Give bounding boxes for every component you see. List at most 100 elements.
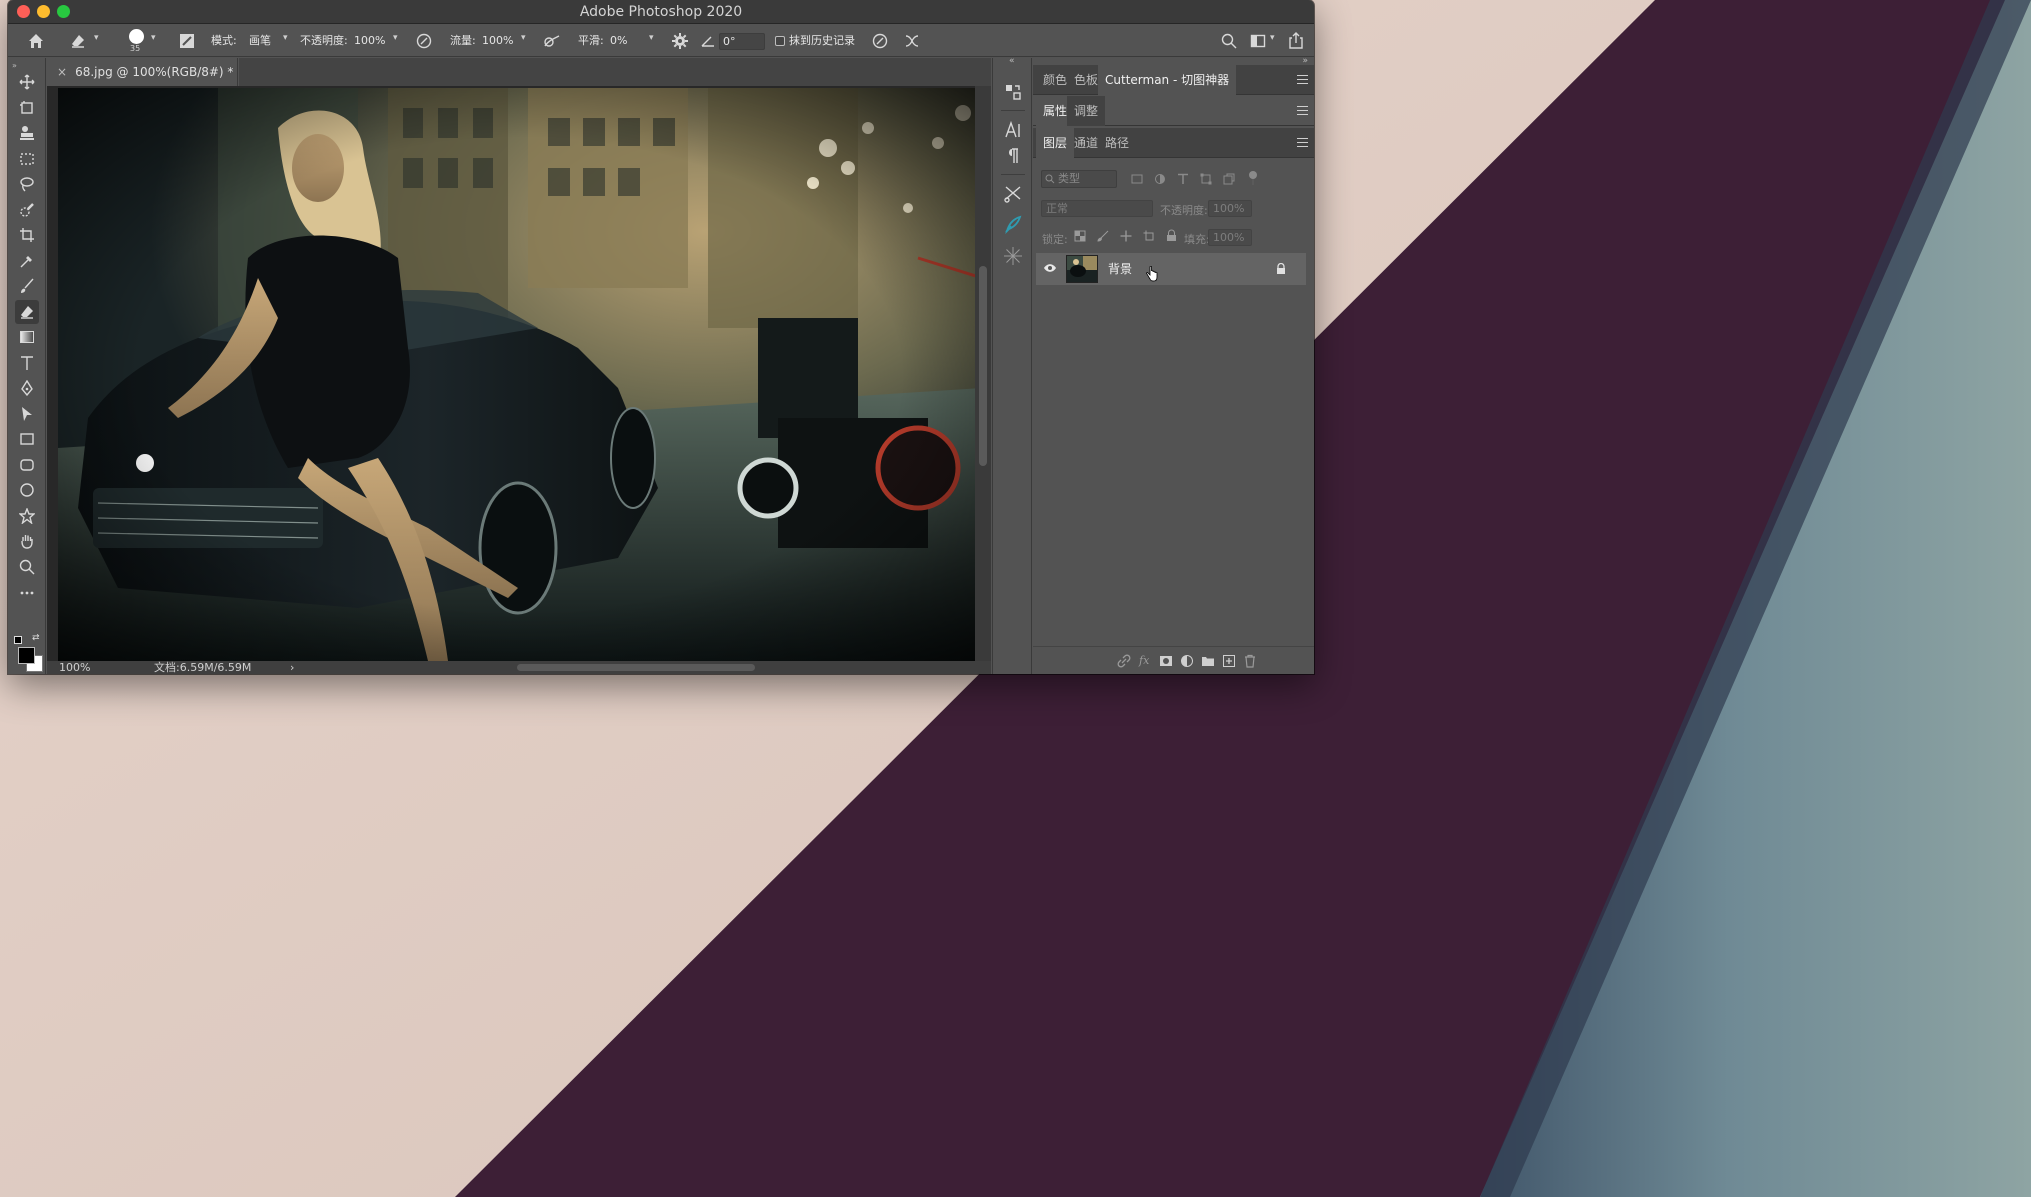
layer-filter-select[interactable]: 类型 [1041, 170, 1117, 188]
tab-paths[interactable]: 路径 [1098, 128, 1136, 158]
gradient-tool[interactable] [15, 325, 39, 349]
adjustment-layer-icon[interactable] [1180, 654, 1194, 668]
lock-position-icon[interactable] [1120, 230, 1132, 242]
visibility-eye-icon[interactable] [1043, 263, 1057, 273]
workspace-icon[interactable] [1250, 33, 1266, 49]
filter-type-icon[interactable] [1177, 173, 1189, 185]
document-canvas-image[interactable] [58, 88, 982, 661]
crop-tool[interactable] [15, 223, 39, 247]
brush-preset-picker[interactable]: 35 [124, 27, 150, 55]
tab-cutterman[interactable]: Cutterman - 切图神器 [1098, 65, 1237, 95]
erase-to-history-checkbox[interactable] [775, 36, 785, 46]
rectangle-tool[interactable] [15, 427, 39, 451]
new-layer-icon[interactable] [1222, 654, 1236, 668]
lock-image-pixels-icon[interactable] [1097, 230, 1109, 242]
quick-selection-tool[interactable] [15, 198, 39, 222]
layer-lock-icon[interactable] [1276, 263, 1286, 275]
chevron-down-icon[interactable]: ▾ [649, 33, 654, 43]
history-icon[interactable] [1003, 82, 1023, 102]
flow-input[interactable]: 100% [482, 25, 513, 57]
chevron-down-icon[interactable]: ▾ [94, 33, 99, 43]
home-icon[interactable] [28, 33, 44, 49]
path-selection-tool[interactable] [15, 402, 39, 426]
search-icon[interactable] [1221, 33, 1237, 49]
chevron-down-icon[interactable]: ▾ [393, 33, 398, 43]
brush-settings-icon[interactable] [179, 33, 195, 49]
vertical-scrollbar[interactable] [975, 86, 991, 661]
close-window-button[interactable] [17, 5, 30, 18]
chevron-down-icon[interactable]: ▾ [283, 33, 288, 43]
hand-tool[interactable] [15, 529, 39, 553]
panel-menu-icon[interactable] [1297, 106, 1308, 115]
horizontal-scroll-thumb[interactable] [517, 664, 755, 671]
chevron-down-icon[interactable]: ▾ [521, 33, 526, 43]
filter-smart-object-icon[interactable] [1223, 173, 1235, 185]
canvas-area[interactable] [47, 86, 991, 661]
rounded-rectangle-tool[interactable] [15, 453, 39, 477]
tab-adjustments[interactable]: 调整 [1067, 96, 1106, 126]
collapse-toolbar-icon[interactable]: » [12, 61, 17, 70]
close-document-icon[interactable]: × [57, 65, 67, 79]
brush-tool[interactable] [15, 274, 39, 298]
expand-panels-icon[interactable]: « [1009, 56, 1015, 66]
filter-pixel-icon[interactable] [1131, 173, 1143, 185]
lock-all-icon[interactable] [1166, 229, 1177, 242]
filter-adjustment-icon[interactable] [1154, 173, 1166, 185]
lock-transparent-pixels-icon[interactable] [1074, 230, 1086, 242]
marquee-tool[interactable] [15, 147, 39, 171]
zoom-level[interactable]: 100% [59, 661, 90, 674]
gear-icon[interactable] [672, 33, 688, 49]
swap-colors-icon[interactable]: ⇄ [32, 633, 40, 643]
blend-mode-select[interactable]: 正常 [1041, 200, 1153, 217]
custom-shape-tool[interactable] [15, 504, 39, 528]
panel-menu-icon[interactable] [1297, 138, 1308, 147]
more-tools[interactable] [15, 581, 39, 605]
new-group-folder-icon[interactable] [1201, 654, 1215, 668]
link-layers-icon[interactable] [1117, 654, 1131, 668]
vertical-scroll-thumb[interactable] [979, 266, 987, 466]
artboard-tool[interactable] [15, 96, 39, 120]
layer-style-fx-icon[interactable]: fx [1139, 654, 1153, 668]
pen-plugin-icon[interactable] [1003, 214, 1023, 234]
stamp-tool[interactable] [15, 121, 39, 145]
status-info-arrow[interactable]: › [290, 661, 294, 674]
eyedropper-tool[interactable] [15, 249, 39, 273]
pressure-opacity-icon[interactable] [416, 33, 432, 49]
delete-layer-trash-icon[interactable] [1243, 654, 1257, 668]
zoom-tool[interactable] [15, 555, 39, 579]
foreground-color-swatch[interactable] [18, 647, 35, 664]
filter-toggle-icon[interactable] [1248, 170, 1258, 186]
minimize-window-button[interactable] [37, 5, 50, 18]
symmetry-icon[interactable] [904, 33, 920, 49]
layer-name[interactable]: 背景 [1108, 253, 1132, 285]
pen-tool[interactable] [15, 376, 39, 400]
type-tool[interactable] [15, 351, 39, 375]
document-tab[interactable]: × 68.jpg @ 100%(RGB/8#) * [47, 58, 238, 86]
ellipse-tool[interactable] [15, 478, 39, 502]
zoom-window-button[interactable] [57, 5, 70, 18]
layer-thumbnail[interactable] [1066, 255, 1098, 283]
layer-row[interactable]: 背景 [1036, 253, 1306, 285]
lasso-tool[interactable] [15, 172, 39, 196]
cutterman-icon[interactable] [1003, 184, 1023, 204]
chevron-down-icon[interactable]: ▾ [1270, 33, 1275, 43]
airbrush-icon[interactable] [543, 33, 561, 49]
layer-opacity-input[interactable]: 100% [1208, 200, 1252, 217]
sparkle-plugin-icon[interactable] [1003, 246, 1023, 266]
share-icon[interactable] [1288, 32, 1304, 49]
move-tool[interactable] [15, 70, 39, 94]
default-colors-icon[interactable] [14, 636, 22, 644]
brush-angle-input[interactable]: 0° [719, 33, 765, 50]
paragraph-icon[interactable] [1003, 146, 1023, 166]
eraser-tool[interactable] [15, 300, 39, 324]
lock-artboard-icon[interactable] [1143, 230, 1155, 242]
eraser-tool-preset-icon[interactable] [70, 33, 86, 49]
mode-select[interactable]: 画笔 [249, 25, 271, 57]
character-icon[interactable] [1003, 120, 1023, 140]
pressure-size-icon[interactable] [872, 33, 888, 49]
fill-input[interactable]: 100% [1208, 229, 1252, 246]
smoothing-input[interactable]: 0% [610, 25, 627, 57]
chevron-down-icon[interactable]: ▾ [151, 33, 156, 43]
add-mask-icon[interactable] [1159, 654, 1173, 668]
opacity-input[interactable]: 100% [354, 25, 385, 57]
